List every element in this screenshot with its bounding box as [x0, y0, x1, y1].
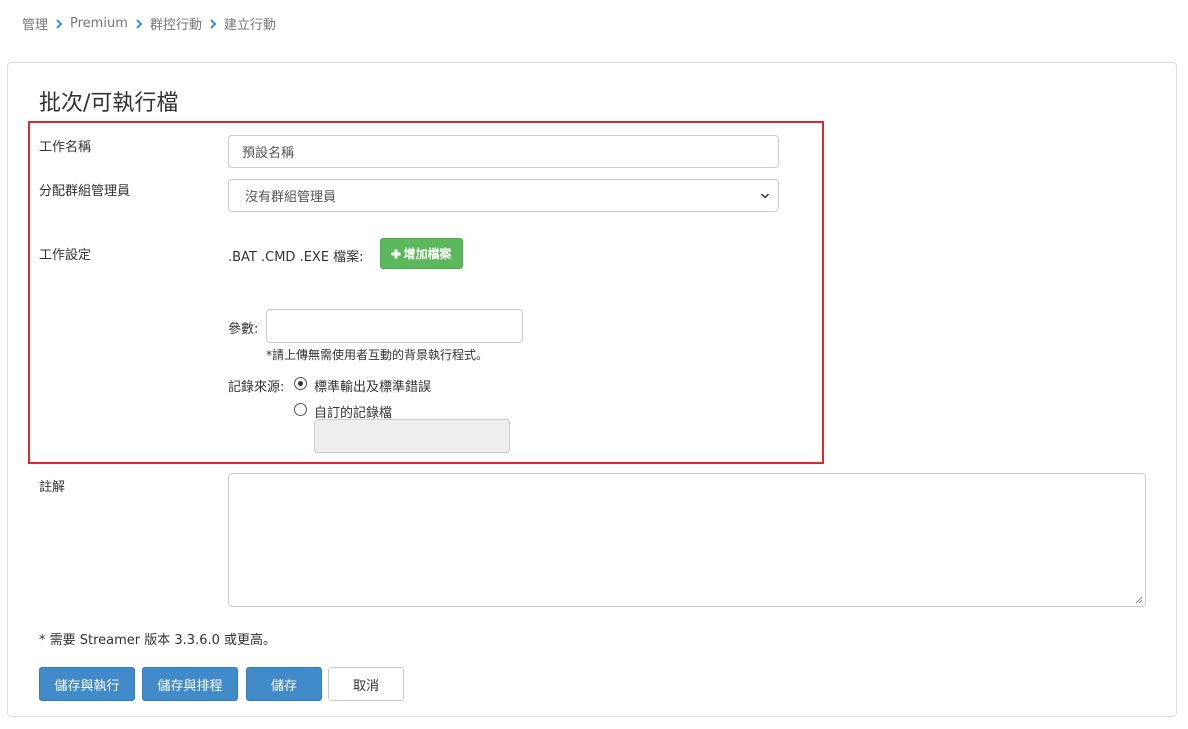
- breadcrumb: 管理 Premium 群控行動 建立行動: [22, 14, 276, 33]
- upload-hint: *請上傳無需使用者互動的背景執行程式。: [266, 348, 489, 362]
- params-input[interactable]: [266, 309, 523, 343]
- group-admin-label: 分配群組管理員: [39, 184, 131, 199]
- breadcrumb-item-admin[interactable]: 管理: [22, 14, 48, 33]
- log-source-label: 記錄來源:: [228, 380, 285, 395]
- save-and-run-label: 儲存與執行: [54, 678, 120, 694]
- save-and-run-button[interactable]: 儲存與執行: [39, 667, 135, 701]
- chevron-right-icon: [136, 18, 143, 29]
- page-title: 批次/可執行檔: [39, 91, 179, 116]
- save-label: 儲存: [270, 678, 297, 694]
- group-admin-select[interactable]: 沒有群組管理員: [228, 179, 779, 212]
- save-and-schedule-button[interactable]: 儲存與排程: [142, 667, 238, 701]
- save-and-schedule-label: 儲存與排程: [157, 678, 223, 694]
- chevron-down-icon: [760, 192, 770, 199]
- job-name-input[interactable]: [228, 135, 779, 168]
- breadcrumb-item-group-action[interactable]: 群控行動: [150, 14, 202, 33]
- breadcrumb-item-create-action: 建立行動: [223, 18, 276, 33]
- highlight-box: [28, 121, 824, 464]
- params-label: 參數:: [228, 322, 259, 337]
- add-file-button[interactable]: 增加檔案: [380, 238, 463, 269]
- cancel-label: 取消: [352, 678, 379, 694]
- job-name-label: 工作名稱: [39, 140, 92, 155]
- save-button[interactable]: 儲存: [246, 667, 322, 701]
- chevron-right-icon: [210, 18, 217, 29]
- file-types-label: .BAT .CMD .EXE 檔案:: [228, 250, 364, 265]
- notes-label: 註解: [39, 480, 66, 495]
- radio-stdout-stderr[interactable]: [294, 377, 307, 390]
- form-panel: 批次/可執行檔 工作名稱 分配群組管理員 沒有群組管理員 工作設定 .BAT .…: [7, 62, 1177, 717]
- cancel-button[interactable]: 取消: [328, 667, 404, 701]
- resize-grip-icon[interactable]: [1134, 595, 1143, 604]
- plus-icon: [391, 249, 401, 258]
- log-option-stdout-label: 標準輸出及標準錯誤: [314, 380, 432, 395]
- notes-textarea[interactable]: [228, 473, 1146, 607]
- radio-custom-log[interactable]: [294, 403, 307, 416]
- version-footnote: * 需要 Streamer 版本 3.3.6.0 或更高。: [39, 633, 277, 648]
- custom-log-input: [314, 419, 510, 453]
- breadcrumb-item-premium[interactable]: Premium: [70, 16, 128, 31]
- chevron-right-icon: [56, 18, 63, 29]
- job-settings-label: 工作設定: [39, 248, 92, 263]
- add-file-button-label: 增加檔案: [403, 247, 452, 261]
- group-admin-selected: 沒有群組管理員: [245, 190, 337, 205]
